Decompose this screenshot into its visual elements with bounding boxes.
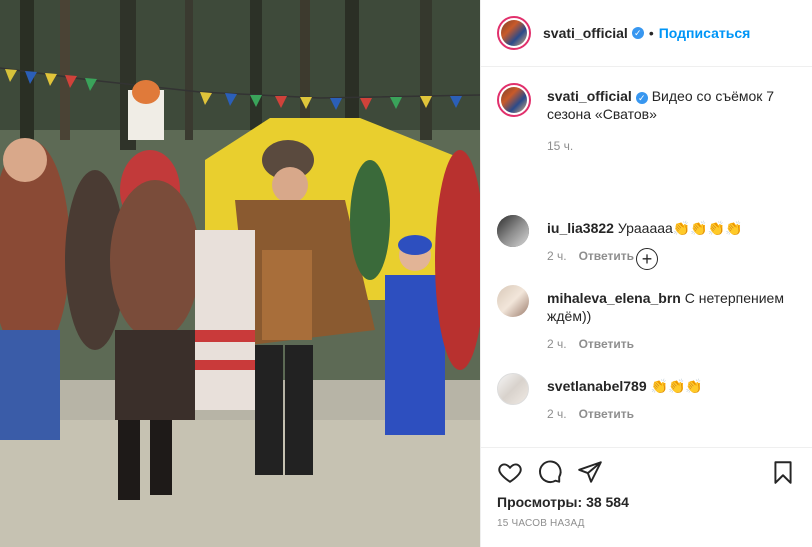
caption-username[interactable]: svati_official [547, 88, 632, 104]
heart-icon[interactable] [497, 459, 523, 485]
comment-time[interactable]: 2 ч. [547, 337, 567, 351]
comment-text: Урааааа👏👏👏👏 [617, 220, 743, 236]
commenter-avatar[interactable] [497, 215, 529, 247]
commenter-avatar[interactable] [497, 285, 529, 317]
views-count[interactable]: Просмотры: 38 584 [497, 494, 796, 510]
verified-badge-icon: ✓ [635, 92, 648, 104]
post-footer: Просмотры: 38 584 15 часов назад [481, 447, 812, 547]
separator-dot: • [648, 25, 654, 41]
comment-item: mihaleva_elena_brn С нетерпением ждём)) … [497, 285, 796, 353]
comment-text: 👏👏👏 [650, 378, 703, 394]
author-username[interactable]: svati_official [543, 25, 628, 41]
reply-button[interactable]: Ответить [579, 249, 634, 263]
caption-time[interactable]: 15 ч. [547, 139, 573, 153]
comment-username[interactable]: iu_lia3822 [547, 220, 614, 236]
commenter-avatar[interactable] [497, 373, 529, 405]
post-dialog: svati_official ✓ • Подписаться svati_off… [0, 0, 812, 547]
views-number: 38 584 [586, 494, 629, 510]
comment-username[interactable]: svetlanabel789 [547, 378, 647, 394]
author-avatar[interactable] [497, 16, 531, 50]
comment-time[interactable]: 2 ч. [547, 249, 567, 263]
post-sidebar: svati_official ✓ • Подписаться svati_off… [480, 0, 812, 547]
reply-button[interactable]: Ответить [579, 407, 634, 421]
follow-button[interactable]: Подписаться [659, 25, 751, 41]
share-icon[interactable] [577, 459, 603, 485]
verified-badge-icon: ✓ [631, 27, 644, 39]
caption-avatar[interactable] [497, 83, 531, 117]
plus-circle-icon[interactable]: + [636, 248, 658, 270]
comment-time[interactable]: 2 ч. [547, 407, 567, 421]
comment-icon[interactable] [537, 459, 563, 485]
post-timestamp[interactable]: 15 часов назад [497, 518, 796, 529]
video-player[interactable] [0, 0, 480, 547]
post-header: svati_official ✓ • Подписаться [481, 0, 812, 67]
video-frame [0, 0, 480, 547]
caption: svati_official ✓ Видео со съёмок 7 сезона… [497, 83, 796, 155]
comment-item: svetlanabel789 👏👏👏 2 ч. Ответить [497, 373, 796, 423]
reply-button[interactable]: Ответить [579, 337, 634, 351]
comment-username[interactable]: mihaleva_elena_brn [547, 290, 681, 306]
action-bar [497, 456, 796, 488]
views-label: Просмотры: [497, 494, 583, 510]
comments-list[interactable]: svati_official ✓ Видео со съёмок 7 сезона… [481, 67, 812, 447]
bookmark-icon[interactable] [770, 459, 796, 485]
